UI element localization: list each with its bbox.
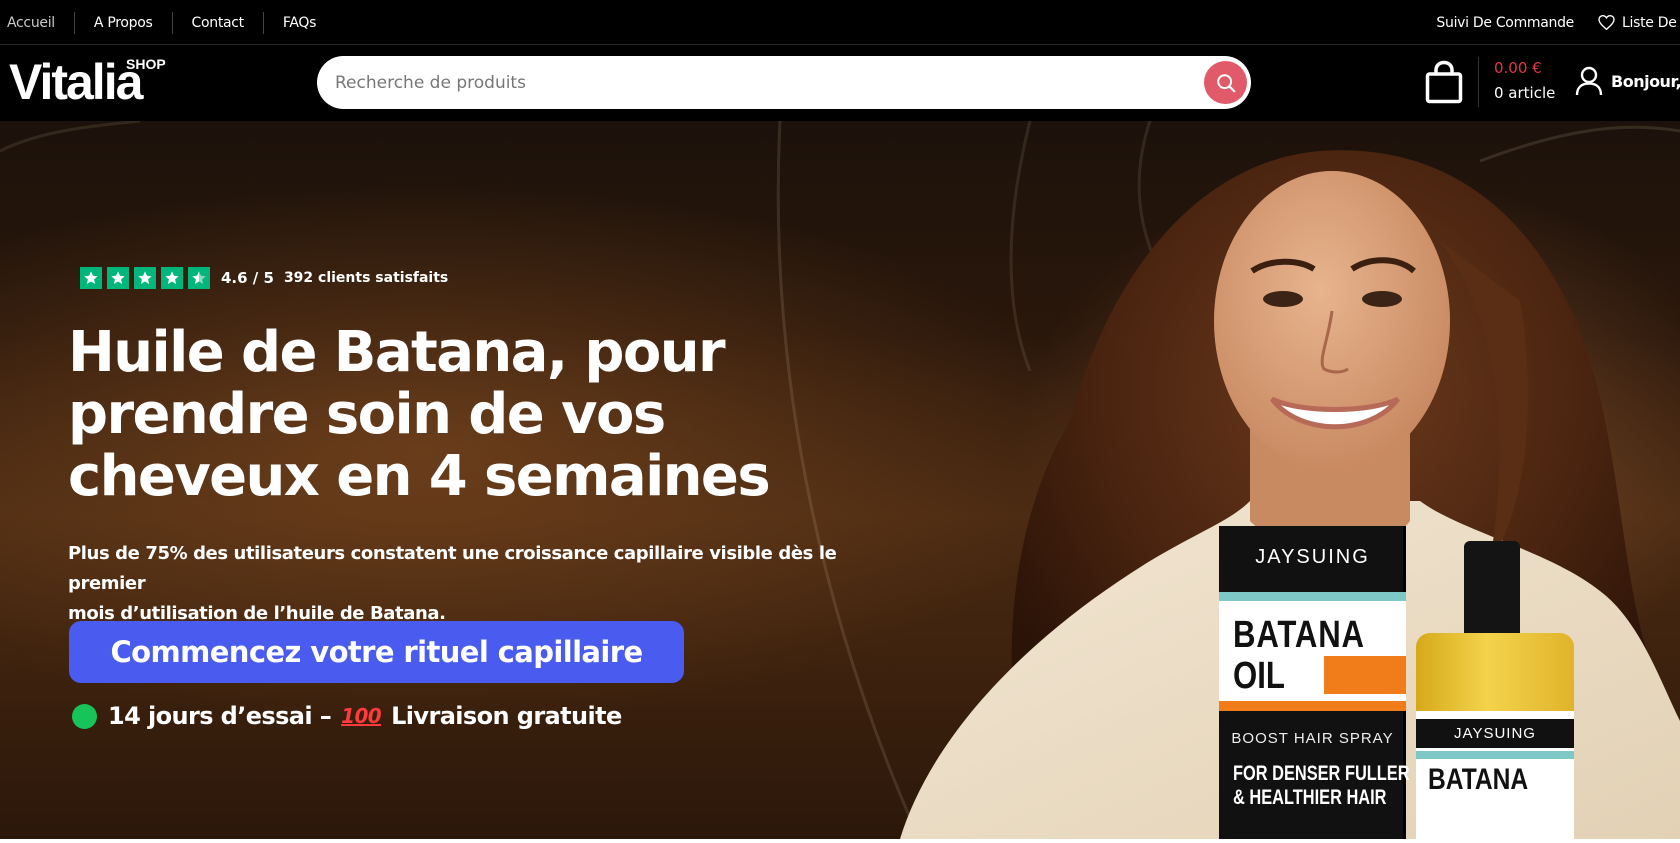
logo[interactable]: Vitalia SHOP	[9, 56, 169, 108]
box-claim: FOR DENSER FULLER	[1233, 762, 1410, 785]
hero-title-line: Huile de Batana, pour	[68, 320, 726, 385]
star-half-icon	[188, 267, 210, 289]
hero-title: Huile de Batana, pour prendre soin de vo…	[68, 322, 848, 508]
hero-subtitle: Plus de 75% des utilisateurs constatent …	[68, 539, 908, 629]
cart-count[interactable]: 0 article	[1494, 84, 1555, 102]
box-brand: JAYSUING	[1255, 546, 1370, 568]
rating-score: 4.6 / 5	[221, 269, 274, 287]
palm-fruit-image	[1324, 656, 1406, 694]
shipping-text: Livraison gratuite	[391, 702, 622, 730]
hero-title-line: cheveux en 4 semaines	[68, 444, 771, 509]
product-box: JAYSUING BATANA OIL BOOST HAIR SPRAY FOR…	[1219, 526, 1410, 839]
bottle-band	[1416, 751, 1574, 759]
order-tracking-link[interactable]: Suivi De Commande	[1436, 15, 1574, 31]
box-name: OIL	[1233, 655, 1285, 697]
top-bar: Accueil A Propos Contact FAQs Suivi De C…	[0, 0, 1680, 45]
logo-badge: SHOP	[126, 56, 166, 72]
star-icon	[161, 267, 183, 289]
main-header: Vitalia SHOP 0.00 € 0 article Bonjour,	[0, 45, 1680, 121]
start-ritual-button[interactable]: Commencez votre rituel capillaire	[69, 621, 684, 683]
top-nav: Accueil A Propos Contact FAQs	[0, 0, 335, 45]
star-icon	[107, 267, 129, 289]
cart-total[interactable]: 0.00 €	[1494, 59, 1542, 77]
product-bottle: JAYSUING BATANA	[1414, 541, 1576, 839]
account-link[interactable]: Bonjour,	[1575, 66, 1680, 96]
hero-title-line: prendre soin de vos	[68, 382, 666, 447]
rating-count: 392 clients satisfaits	[283, 270, 449, 286]
search-input[interactable]	[335, 56, 1195, 109]
star-icon	[134, 267, 156, 289]
bottle-name: BATANA	[1428, 763, 1529, 796]
hundred-points-icon: 100	[341, 704, 382, 728]
logo-text: Vitalia	[9, 54, 143, 110]
greeting-text: Bonjour,	[1611, 71, 1680, 91]
nav-link-accueil[interactable]: Accueil	[0, 11, 75, 34]
trial-shipping-info: 14 jours d’essai – 100 Livraison gratuit…	[72, 702, 622, 730]
wishlist-link[interactable]: Liste De	[1598, 15, 1680, 31]
nav-link-faqs[interactable]: FAQs	[264, 12, 335, 34]
top-right-links: Suivi De Commande Liste De	[1436, 0, 1680, 45]
bottle-brand: JAYSUING	[1416, 719, 1574, 748]
box-name: BATANA	[1233, 614, 1365, 656]
hero-banner: 4.6 / 5 392 clients satisfaits Huile de …	[0, 121, 1680, 839]
box-stripe	[1219, 701, 1406, 711]
user-icon	[1575, 66, 1603, 96]
wishlist-label: Liste De	[1622, 14, 1677, 31]
box-band	[1219, 592, 1406, 601]
box-claim: & HEALTHIER HAIR	[1233, 786, 1387, 809]
trial-text: 14 jours d’essai –	[108, 702, 332, 730]
spray-cap	[1464, 541, 1520, 636]
green-dot-icon	[72, 703, 97, 729]
star-icon	[80, 267, 102, 289]
heart-icon	[1598, 15, 1615, 30]
search-bar	[317, 56, 1251, 109]
shopping-bag-icon[interactable]	[1425, 60, 1463, 104]
nav-link-contact[interactable]: Contact	[173, 11, 264, 34]
header-divider	[1478, 57, 1479, 107]
search-icon	[1216, 73, 1235, 92]
box-type: BOOST HAIR SPRAY	[1231, 730, 1394, 747]
search-button[interactable]	[1204, 61, 1247, 104]
nav-link-a-propos[interactable]: A Propos	[75, 11, 173, 34]
hero-subtitle-line: Plus de 75% des utilisateurs constatent …	[68, 543, 837, 594]
trustpilot-rating: 4.6 / 5 392 clients satisfaits	[80, 267, 448, 289]
